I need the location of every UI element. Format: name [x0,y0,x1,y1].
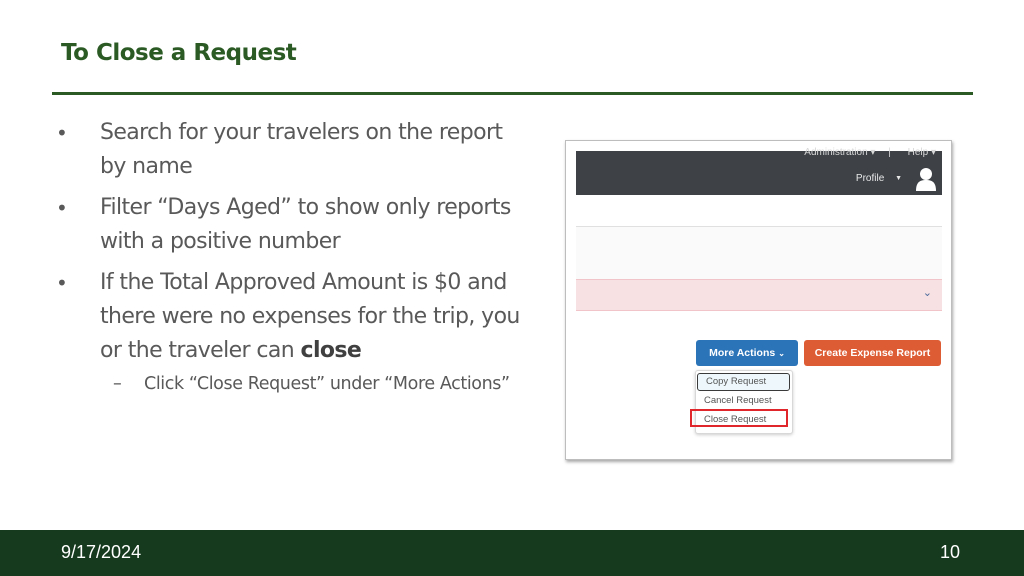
sub-bullet-item: – Click “Close Request” under “More Acti… [56,371,526,398]
slide-title: To Close a Request [61,40,297,66]
slide-footer: 9/17/2024 10 [0,530,1024,576]
caret-down-icon: ▼ [895,174,902,182]
bullet-item: • Filter “Days Aged” to show only report… [56,191,526,259]
content-band [576,227,942,279]
administration-menu[interactable]: Administration ▾ [804,147,875,158]
bullet-item: • Search for your travelers on the repor… [56,116,526,184]
title-divider [52,92,973,95]
app-screenshot: Administration ▾ | Help ▾ Profile ▼ ⌄ Mo… [565,140,952,460]
create-expense-report-button[interactable]: Create Expense Report [804,340,941,366]
dash-glyph: – [113,374,122,394]
page-number: 10 [940,542,961,562]
menu-item-copy-request[interactable]: Copy Request [697,373,790,391]
chevron-down-icon[interactable]: ⌄ [923,286,932,299]
bullet-text: Search for your travelers on the report … [100,120,503,179]
bullet-text: Filter “Days Aged” to show only reports … [100,195,511,254]
profile-menu[interactable]: Profile ▼ [856,173,902,184]
more-actions-button[interactable]: More Actions ⌄ [696,340,798,366]
close-request-highlight [690,409,788,427]
help-menu[interactable]: Help ▾ [908,147,936,158]
more-actions-label: More Actions [709,347,776,359]
topbar-separator: | [888,147,891,158]
bullet-glyph: • [56,121,68,145]
menu-item-cancel-request[interactable]: Cancel Request [696,392,790,410]
bullet-glyph: • [56,271,68,295]
bullet-glyph: • [56,196,68,220]
topbar-links: Administration ▾ | Help ▾ [800,147,936,158]
bullet-bold-text: close [300,338,362,363]
chevron-down-icon: ⌄ [778,349,785,358]
bullet-list: • Search for your travelers on the repor… [56,116,526,398]
sub-bullet-text: Click “Close Request” under “More Action… [144,374,510,394]
footer-date: 9/17/2024 [61,542,142,562]
bullet-item: • If the Total Approved Amount is $0 and… [56,266,526,368]
user-icon[interactable] [916,167,936,191]
profile-label: Profile [855,173,885,184]
alert-row[interactable]: ⌄ [576,279,942,311]
app-topbar: Administration ▾ | Help ▾ Profile ▼ [576,147,942,195]
